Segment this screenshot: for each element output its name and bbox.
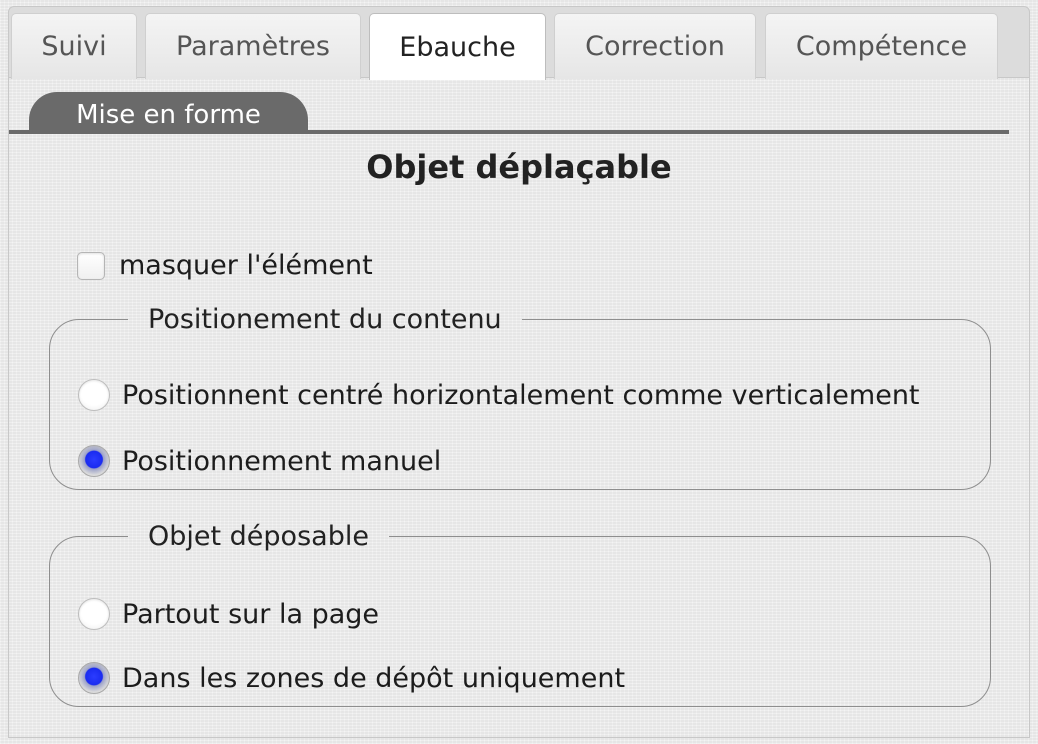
radio-manual[interactable]: [78, 445, 110, 477]
positioning-group: Positionement du contenu Positionnent ce…: [49, 304, 991, 490]
radio-option-centered[interactable]: Positionnent centré horizontalement comm…: [78, 379, 920, 411]
radio-centered[interactable]: [78, 379, 110, 411]
radio-manual-label: Positionnement manuel: [122, 445, 442, 477]
hide-element-option[interactable]: masquer l'élément: [77, 250, 373, 281]
hide-element-label: masquer l'élément: [119, 250, 373, 281]
radio-option-anywhere[interactable]: Partout sur la page: [78, 598, 379, 630]
radio-anywhere-label: Partout sur la page: [122, 598, 380, 630]
radio-drop-zones-label: Dans les zones de dépôt uniquement: [122, 662, 626, 694]
section-title: Objet déplaçable: [366, 148, 672, 186]
tab-content-panel: Mise en forme Objet déplaçable masquer l…: [8, 78, 1030, 738]
positioning-legend: Positionement du contenu: [148, 304, 502, 335]
droppable-group: Objet déposable Partout sur la page Dans…: [49, 521, 991, 707]
hide-element-checkbox[interactable]: [77, 251, 105, 280]
tab-competence[interactable]: Compétence: [765, 13, 998, 79]
subtab-mise-en-forme[interactable]: Mise en forme: [29, 92, 308, 134]
radio-centered-label: Positionnent centré horizontalement comm…: [122, 379, 920, 411]
tab-suivi[interactable]: Suivi: [11, 13, 137, 79]
tab-parametres[interactable]: Paramètres: [145, 13, 361, 79]
subtab-divider: [9, 130, 1009, 134]
droppable-legend: Objet déposable: [148, 521, 369, 552]
tab-ebauche[interactable]: Ebauche: [369, 13, 546, 80]
radio-option-drop-zones[interactable]: Dans les zones de dépôt uniquement: [78, 662, 625, 694]
tab-bar: Suivi Paramètres Ebauche Correction Comp…: [8, 6, 1030, 80]
radio-option-manual[interactable]: Positionnement manuel: [78, 445, 441, 477]
radio-anywhere[interactable]: [78, 598, 110, 630]
editor-window: Suivi Paramètres Ebauche Correction Comp…: [0, 0, 1038, 744]
tab-correction[interactable]: Correction: [554, 13, 756, 79]
radio-drop-zones[interactable]: [78, 662, 110, 694]
